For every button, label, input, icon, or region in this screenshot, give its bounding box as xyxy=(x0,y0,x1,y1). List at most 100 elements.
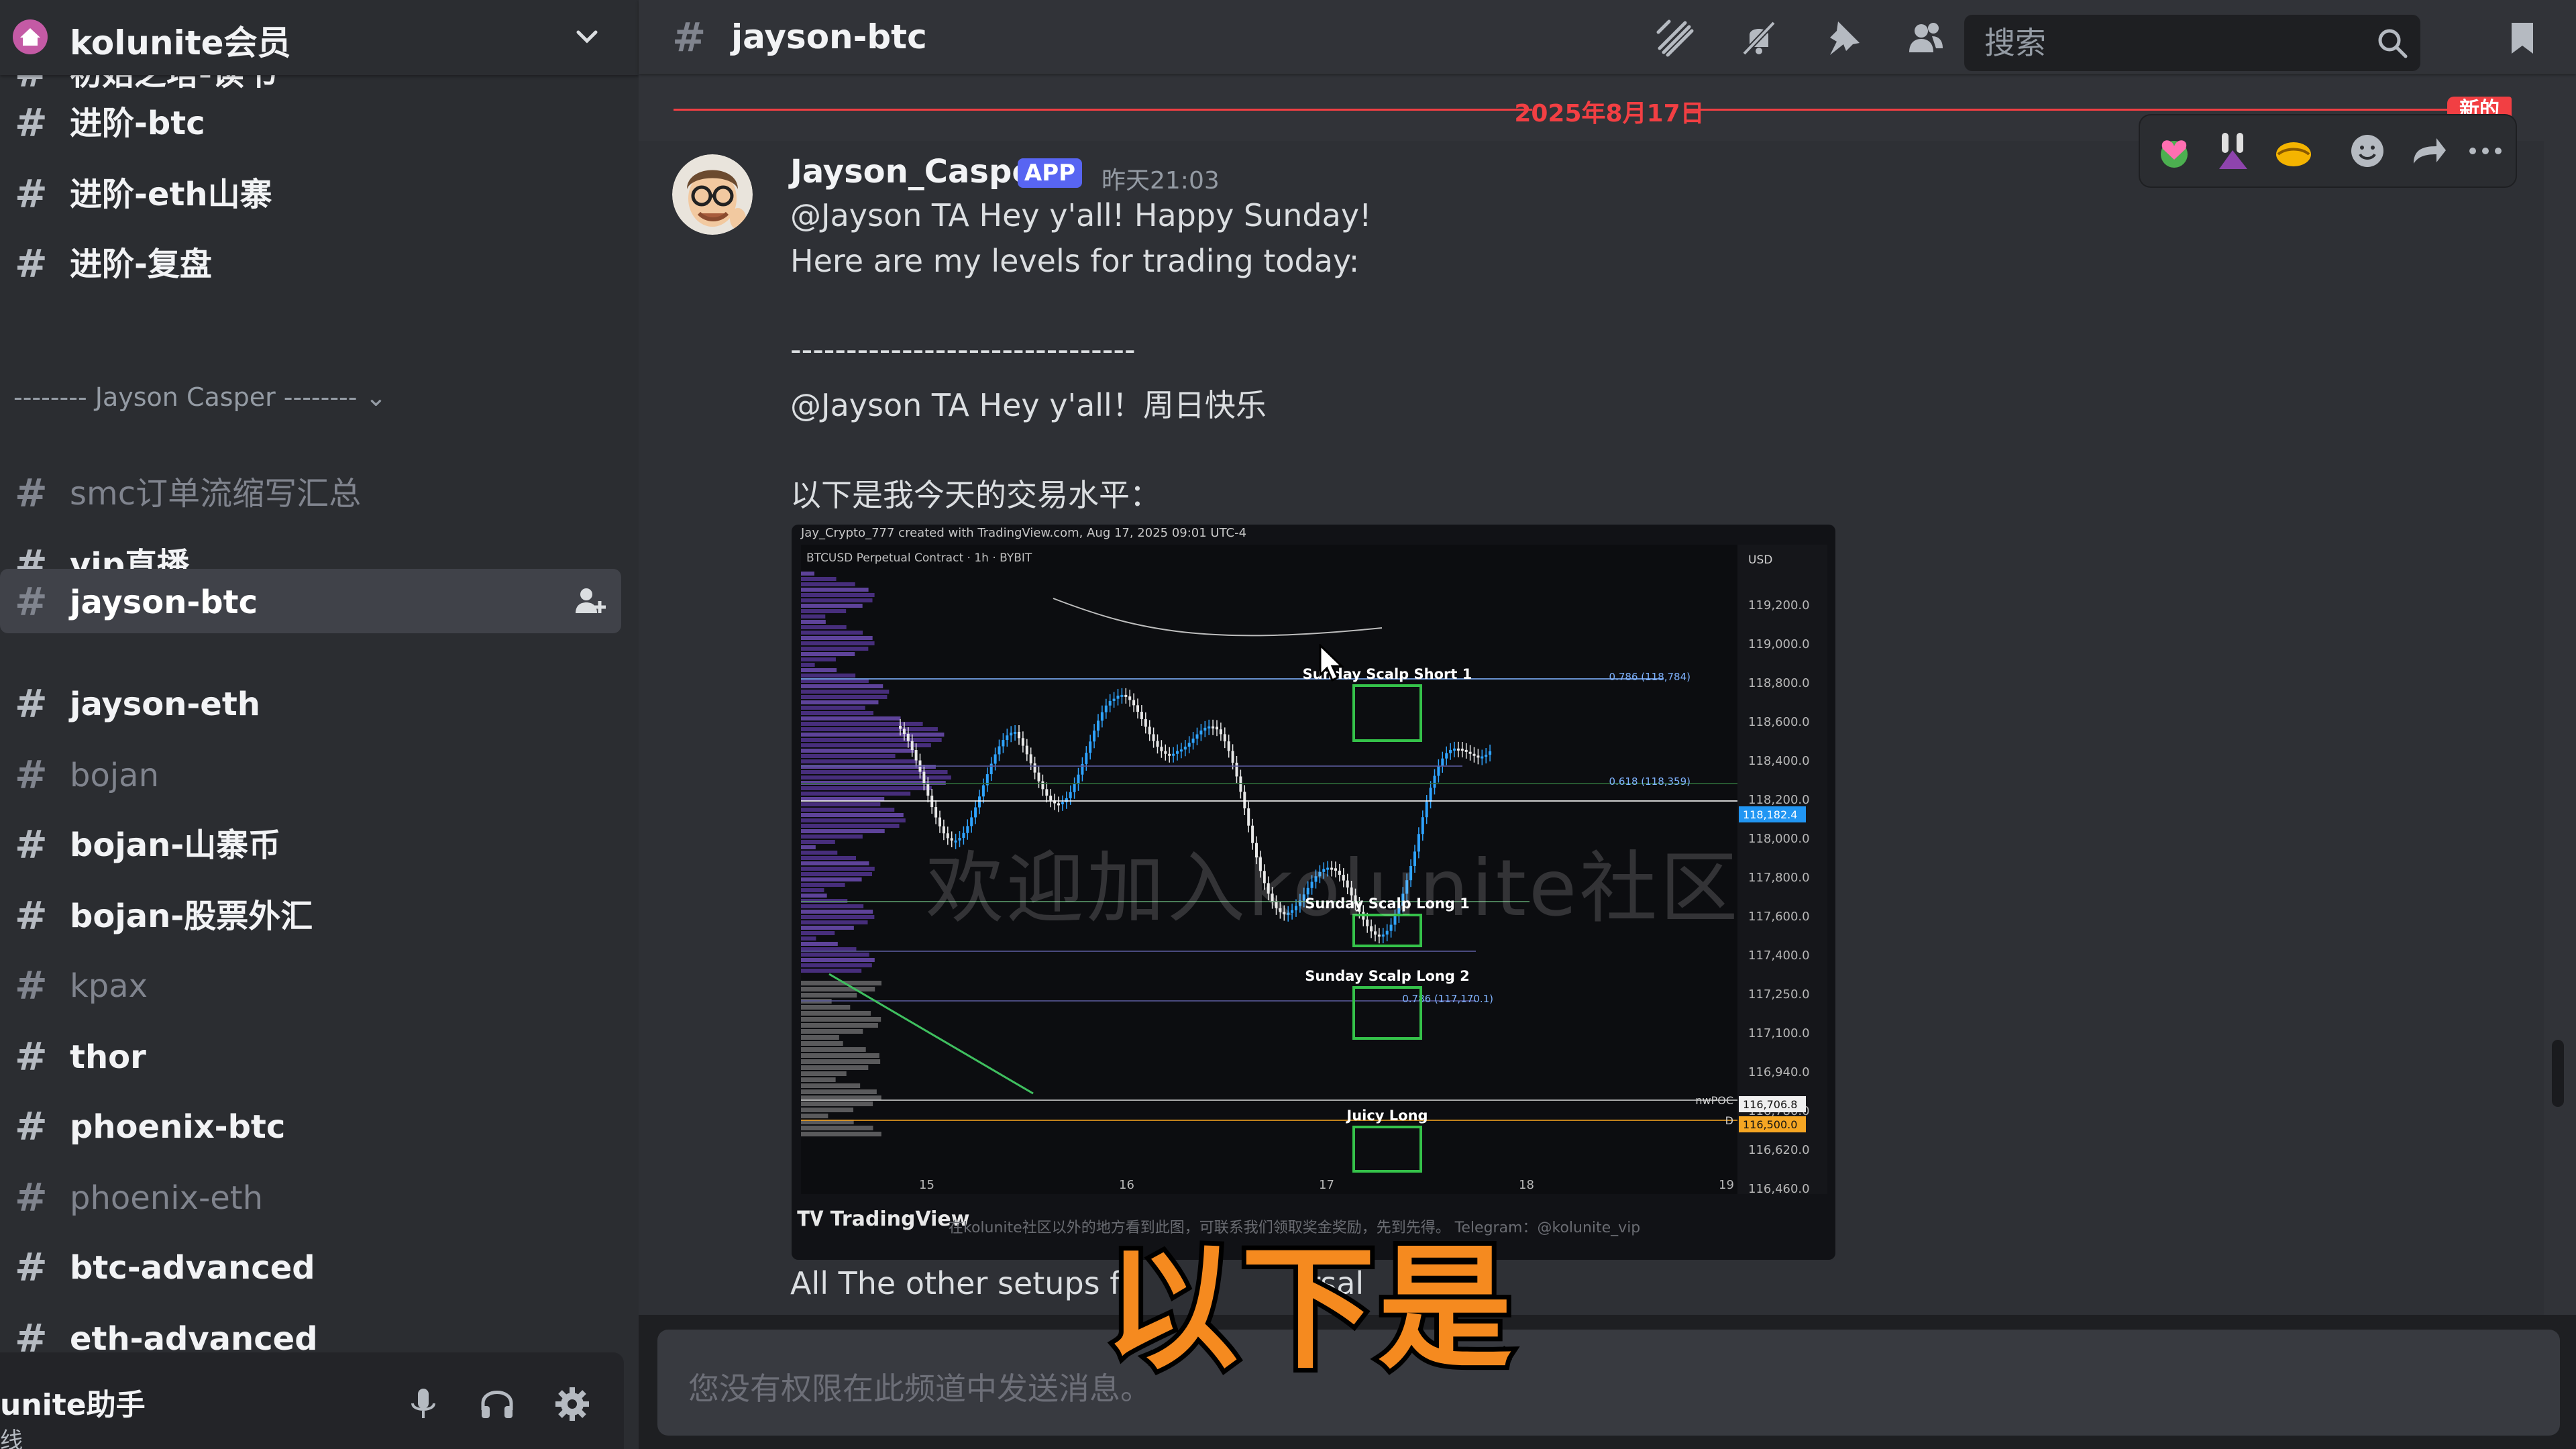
trade-zone-label: Juicy Long xyxy=(1345,1108,1428,1124)
candle-body xyxy=(1018,731,1020,739)
price-axis-label: 116,460.0 xyxy=(1748,1182,1810,1196)
price-axis-label: 118,800.0 xyxy=(1748,676,1810,690)
create-invite-icon[interactable] xyxy=(573,584,608,619)
chevron-down-icon[interactable] xyxy=(570,20,604,54)
volume-profile-bar xyxy=(801,1071,847,1076)
candle-body xyxy=(1156,741,1159,747)
volume-profile-bar xyxy=(801,894,827,898)
forward-icon[interactable] xyxy=(2407,130,2449,172)
volume-profile-bar xyxy=(801,1041,843,1046)
server-home-icon xyxy=(13,19,48,54)
candle-body xyxy=(1485,755,1488,757)
channel-item-phoenix-eth[interactable]: # phoenix-eth xyxy=(0,1165,620,1229)
volume-profile-bar xyxy=(801,604,863,608)
candle-body xyxy=(1231,751,1234,763)
user-avatar[interactable] xyxy=(672,154,753,235)
channel-item-jayson-btc[interactable]: # jayson-btc xyxy=(0,569,621,633)
volume-profile-bar xyxy=(801,904,864,908)
channel-hash-icon: # xyxy=(15,241,48,286)
message-author[interactable]: Jayson_Casper xyxy=(790,153,1050,191)
candle-body xyxy=(1191,739,1195,743)
more-options-icon[interactable] xyxy=(2465,130,2506,172)
channel-item-bojan-alts[interactable]: # bojan-山寨币 xyxy=(0,812,620,876)
candle-body xyxy=(926,784,930,796)
scrollbar-thumb[interactable] xyxy=(2552,1040,2564,1107)
channel-item-advanced-review[interactable]: # 进阶-复盘 xyxy=(0,231,620,295)
headphones-icon[interactable] xyxy=(476,1383,518,1425)
channel-label: btc-advanced xyxy=(70,1249,315,1287)
settings-gear-icon[interactable] xyxy=(551,1383,593,1425)
volume-profile-bar xyxy=(801,802,881,806)
volume-profile-bar xyxy=(801,1126,873,1130)
volume-profile-bar xyxy=(801,775,951,780)
channel-item-kpax[interactable]: # kpax xyxy=(0,953,620,1017)
volume-profile-bar xyxy=(801,1017,881,1022)
reaction-duck-icon[interactable] xyxy=(2273,130,2314,172)
price-axis-label: 116,620.0 xyxy=(1748,1143,1810,1157)
candle-body xyxy=(1468,751,1472,754)
channel-label: bojan-股票外汇 xyxy=(70,898,313,935)
candle-body xyxy=(1195,734,1199,739)
volume-profile-bar xyxy=(801,845,816,849)
channel-item-btc-advanced[interactable]: # btc-advanced xyxy=(0,1234,620,1299)
message-list: 2025年8月17日 新的 Jayson_Casper APP 昨天21:03 … xyxy=(639,74,2576,1315)
user-name[interactable]: unite助手 xyxy=(0,1381,146,1424)
volume-profile-bar xyxy=(801,657,836,661)
volume-profile-bar xyxy=(801,674,856,678)
microphone-icon[interactable] xyxy=(402,1383,444,1425)
fib-level-label: 0.786 (117,170.1) xyxy=(1402,993,1493,1005)
search-box[interactable] xyxy=(1964,15,2420,71)
volume-profile-bar xyxy=(801,969,862,973)
price-axis-label: 118,400.0 xyxy=(1748,754,1810,768)
volume-profile-bar xyxy=(801,733,945,737)
reaction-bunny-icon[interactable] xyxy=(2212,130,2254,172)
channel-item-advanced-eth-alts[interactable]: # 进阶-eth山寨 xyxy=(0,161,620,225)
candle-body xyxy=(1223,734,1226,742)
candle-body xyxy=(1179,749,1183,752)
channel-item-jayson-eth[interactable]: # jayson-eth xyxy=(0,671,620,735)
candle-body xyxy=(934,807,938,818)
channel-item-phoenix-btc[interactable]: # phoenix-btc xyxy=(0,1093,620,1158)
candle-body xyxy=(974,807,977,818)
volume-profile-bar xyxy=(801,835,863,839)
channel-item-bojan[interactable]: # bojan xyxy=(0,742,620,806)
volume-profile-bar xyxy=(801,631,863,635)
volume-profile-bar xyxy=(801,824,900,828)
candle-body xyxy=(1104,705,1108,712)
price-axis-label: 117,800.0 xyxy=(1748,871,1810,885)
pin-icon[interactable] xyxy=(1823,17,1864,58)
candle-body xyxy=(1187,743,1191,747)
message-line: 以下是我今天的交易水平： xyxy=(790,477,1161,513)
candle-body xyxy=(1033,763,1036,773)
chart-image-attachment[interactable]: 0.786 (118,784) 0.618 (118,359) 0.786 (117… xyxy=(792,525,1835,1260)
channel-hash-icon: # xyxy=(15,100,48,146)
volume-profile-bar xyxy=(801,711,873,715)
channel-label: 进阶-eth山寨 xyxy=(70,176,272,213)
volume-profile-bar xyxy=(801,931,835,935)
search-icon[interactable] xyxy=(2373,24,2411,62)
time-axis-label: 16 xyxy=(1119,1178,1134,1192)
volume-profile-bar xyxy=(801,872,872,876)
channel-item-smc[interactable]: # smc订单流缩写汇总 xyxy=(0,460,620,525)
candle-body xyxy=(1227,741,1230,751)
reaction-heart-frog-icon[interactable] xyxy=(2153,130,2195,172)
server-header[interactable]: kolunite会员 xyxy=(0,0,639,75)
message-composer[interactable]: 您没有权限在此频道中发送消息。 xyxy=(657,1330,2560,1436)
inbox-bookmark-icon[interactable] xyxy=(2504,19,2541,56)
category-jayson-casper[interactable]: -------- Jayson Casper -------- ⌄ xyxy=(13,382,386,412)
search-input[interactable] xyxy=(1964,15,2360,71)
volume-profile-bar xyxy=(801,647,869,651)
candle-body xyxy=(914,750,918,761)
channel-item-bojan-stocks-fx[interactable]: # bojan-股票外汇 xyxy=(0,883,620,947)
notification-muted-icon[interactable] xyxy=(1739,17,1779,58)
threads-icon[interactable] xyxy=(1654,17,1695,58)
add-reaction-icon[interactable] xyxy=(2347,130,2388,172)
member-list-icon[interactable] xyxy=(1905,17,1945,58)
message-line: @Jayson TA Hey y'all！周日快乐 xyxy=(790,387,1267,423)
volume-profile-bar xyxy=(801,684,883,688)
channel-label: 进阶-btc xyxy=(70,105,205,142)
volume-profile-bar xyxy=(801,888,824,892)
candle-body xyxy=(1128,696,1132,700)
channel-item-thor[interactable]: # thor xyxy=(0,1024,620,1088)
channel-item-advanced-btc[interactable]: # 进阶-btc xyxy=(0,90,620,154)
